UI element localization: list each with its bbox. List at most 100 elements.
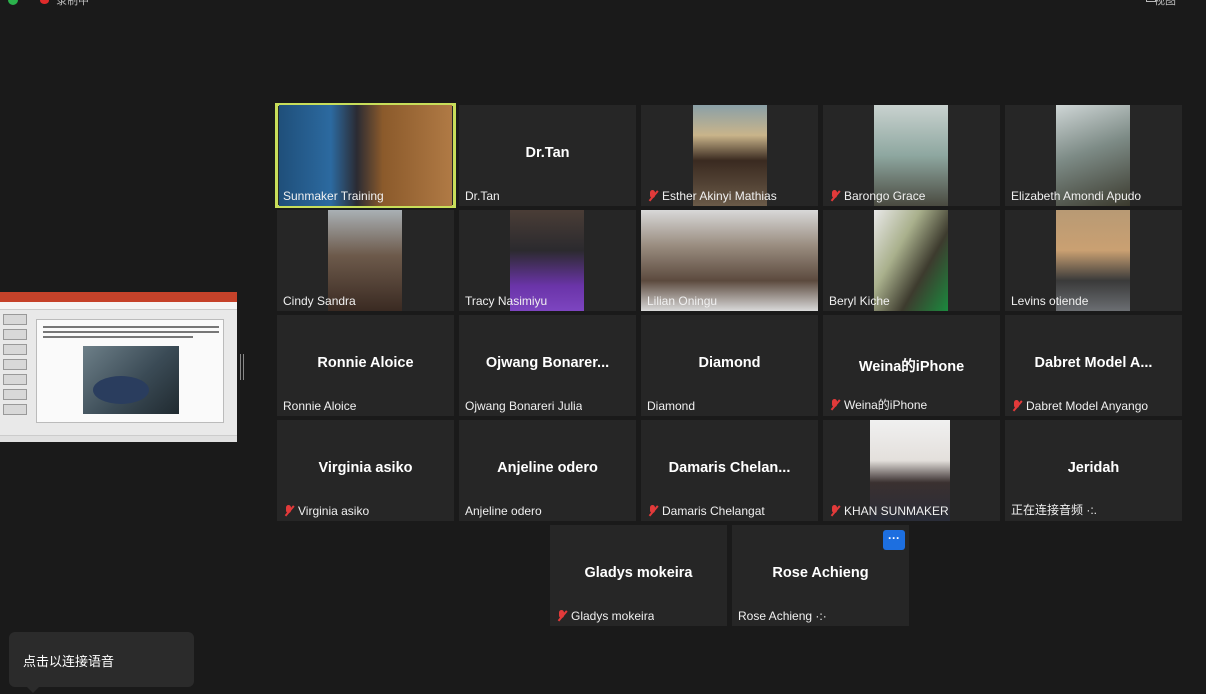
recording-label: 录制中 — [56, 0, 89, 7]
participant-name-text: Rose Achieng ·:· — [738, 609, 827, 623]
recording-dot-icon — [40, 0, 49, 4]
participant-tile-diamond[interactable]: Diamond Diamond — [641, 315, 818, 416]
participant-tile-levins[interactable]: Levins otiende — [1005, 210, 1182, 311]
participant-name-text: Lilian Oningu — [647, 294, 718, 308]
participant-tile-jeridah[interactable]: Jeridah 正在连接音频 ·:. — [1005, 420, 1182, 521]
participant-tile-cindy[interactable]: Cindy Sandra — [277, 210, 454, 311]
participant-name-text: Virginia asiko — [298, 504, 370, 518]
current-slide — [36, 319, 224, 423]
toast-text: 点击以连接语音 — [23, 654, 115, 669]
slide-thumbnail — [3, 344, 27, 355]
participant-tile-weina[interactable]: Weina的iPhone Weina的iPhone — [823, 315, 1000, 416]
participant-name-label: Levins otiende — [1011, 294, 1088, 308]
participant-name-text: Dr.Tan — [465, 189, 500, 203]
slide-text-line — [43, 336, 193, 338]
powerpoint-toolbar — [0, 302, 237, 310]
mic-muted-icon — [647, 505, 658, 517]
participant-display-name: Gladys mokeira — [584, 565, 693, 581]
participant-name-label: Sunmaker Training — [283, 189, 384, 203]
participant-name-text: Sunmaker Training — [283, 189, 384, 203]
slide-text-line — [43, 326, 219, 328]
participant-tile-beryl[interactable]: Beryl Kiche — [823, 210, 1000, 311]
participant-tile-elizabeth[interactable]: Elizabeth Amondi Apudo — [1005, 105, 1182, 206]
participant-name-text: Damaris Chelangat — [662, 504, 765, 518]
slide-thumbnail — [3, 314, 27, 325]
view-button[interactable]: 视图 — [1154, 0, 1176, 8]
participant-name-text: Weina的iPhone — [844, 398, 928, 412]
mic-muted-icon — [556, 610, 567, 622]
participant-name-text: Dabret Model Anyango — [1026, 399, 1149, 413]
participant-name-label: Beryl Kiche — [829, 294, 890, 308]
slide-thumbnail — [3, 389, 27, 400]
participant-name-label: Rose Achieng ·:· — [738, 609, 827, 623]
participant-tile-khan[interactable]: KHAN SUNMAKER — [823, 420, 1000, 521]
powerpoint-statusbar — [0, 435, 237, 442]
participant-tile-lilian[interactable]: Lilian Oningu — [641, 210, 818, 311]
slide-photo — [83, 346, 179, 414]
participant-name-text: 正在连接音频 ·:. — [1011, 503, 1097, 517]
participant-display-name: Ojwang Bonarer... — [485, 355, 610, 371]
participant-name-label: Elizabeth Amondi Apudo — [1011, 189, 1141, 203]
powerpoint-ribbon — [0, 292, 237, 302]
participant-display-name: Dabret Model A... — [1034, 355, 1153, 371]
more-options-button[interactable]: ··· — [883, 530, 905, 550]
slide-thumbnail-list — [3, 314, 31, 432]
participant-tile-gladys[interactable]: Gladys mokeira Gladys mokeira — [550, 525, 727, 626]
participant-display-name: Virginia asiko — [318, 460, 413, 476]
participant-name-label: KHAN SUNMAKER — [829, 504, 949, 518]
participant-name-text: Diamond — [647, 399, 696, 413]
mic-muted-icon — [283, 505, 294, 517]
participant-tile-tracy[interactable]: Tracy Nasimiyu — [459, 210, 636, 311]
participant-tile-dabret[interactable]: Dabret Model A... Dabret Model Anyango — [1005, 315, 1182, 416]
participant-name-label: Virginia asiko — [283, 504, 369, 518]
participant-name-text: Levins otiende — [1011, 294, 1089, 308]
slide-text-line — [43, 331, 219, 333]
participant-display-name: Ronnie Aloice — [317, 355, 414, 371]
participant-name-label: Ronnie Aloice — [283, 399, 356, 413]
mic-muted-icon — [647, 190, 658, 202]
participant-display-name: Diamond — [698, 355, 761, 371]
participant-name-label: Lilian Oningu — [647, 294, 717, 308]
participant-display-name: Damaris Chelan... — [668, 460, 791, 476]
participant-name-text: Beryl Kiche — [829, 294, 890, 308]
slide-thumbnail — [3, 329, 27, 340]
participant-name-text: Tracy Nasimiyu — [465, 294, 548, 308]
participant-name-text: Barongo Grace — [844, 189, 926, 203]
participant-tile-ronnie[interactable]: Ronnie Aloice Ronnie Aloice — [277, 315, 454, 416]
participant-name-label: Ojwang Bonareri Julia — [465, 399, 582, 413]
mic-muted-icon — [829, 505, 840, 517]
participant-tile-barongo[interactable]: Barongo Grace — [823, 105, 1000, 206]
participant-tile-ojwang[interactable]: Ojwang Bonarer... Ojwang Bonareri Julia — [459, 315, 636, 416]
participant-name-label: Tracy Nasimiyu — [465, 294, 547, 308]
participant-tile-esther[interactable]: Esther Akinyi Mathias — [641, 105, 818, 206]
resize-handle[interactable] — [240, 354, 244, 380]
participant-name-label: Gladys mokeira — [556, 609, 654, 623]
mic-muted-icon — [829, 398, 840, 411]
participant-name-label: Barongo Grace — [829, 189, 925, 203]
participant-tile-virginia[interactable]: Virginia asiko Virginia asiko — [277, 420, 454, 521]
participant-tile-sunmaker-training[interactable]: Sunmaker Training — [275, 103, 456, 208]
slide-thumbnail — [3, 359, 27, 370]
top-status-bar: 录制中 视图 — [0, 0, 1206, 8]
slide-thumbnail — [3, 404, 27, 415]
participant-name-label: 正在连接音频 ·:. — [1011, 501, 1097, 518]
participant-name-text: Cindy Sandra — [283, 294, 356, 308]
connect-audio-toast[interactable]: 点击以连接语音 — [9, 632, 194, 693]
participant-name-text: Gladys mokeira — [571, 609, 655, 623]
participant-name-label: Dabret Model Anyango — [1011, 399, 1148, 413]
participant-name-text: Ojwang Bonareri Julia — [465, 399, 583, 413]
participant-name-text: Anjeline odero — [465, 504, 542, 518]
participant-tile-dr-tan[interactable]: Dr.Tan Dr.Tan — [459, 105, 636, 206]
participant-name-text: KHAN SUNMAKER — [844, 504, 949, 518]
participant-name-label: Esther Akinyi Mathias — [647, 189, 777, 203]
participant-name-label: Diamond — [647, 399, 695, 413]
participant-display-name: Weina的iPhone — [858, 359, 965, 375]
participant-name-label: Cindy Sandra — [283, 294, 356, 308]
participant-display-name: Jeridah — [1067, 460, 1120, 476]
participant-tile-damaris[interactable]: Damaris Chelan... Damaris Chelangat — [641, 420, 818, 521]
participant-name-text: Elizabeth Amondi Apudo — [1011, 189, 1142, 203]
security-shield-icon — [8, 0, 18, 5]
participant-tile-anjeline[interactable]: Anjeline odero Anjeline odero — [459, 420, 636, 521]
participant-name-label: Damaris Chelangat — [647, 504, 765, 518]
shared-screen-thumbnail[interactable] — [0, 292, 237, 442]
